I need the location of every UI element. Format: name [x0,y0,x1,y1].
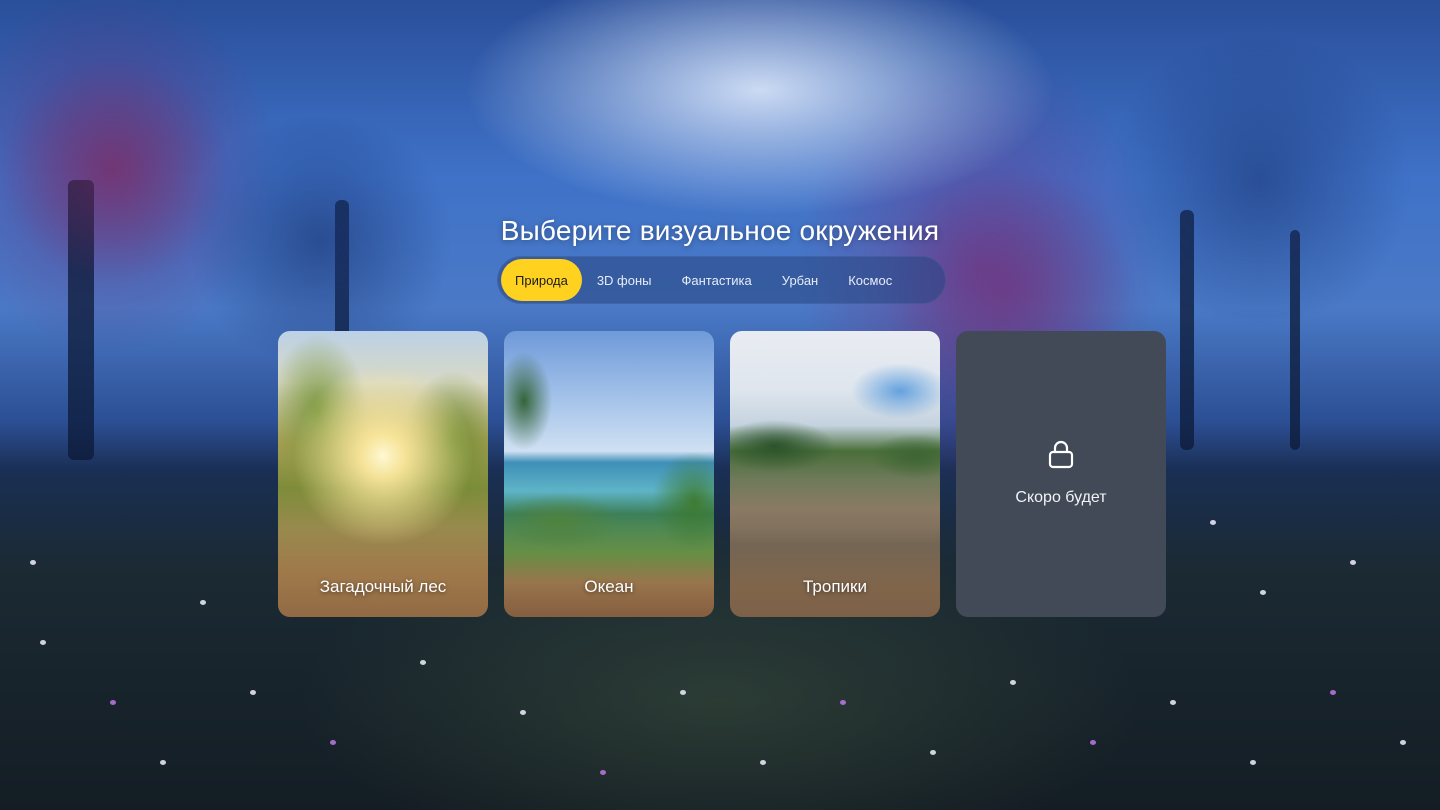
tab-space[interactable]: Космос [833,259,907,301]
environment-card-ocean[interactable]: Океан [504,331,714,617]
page-title: Выберите визуальное окружения [500,214,940,246]
lock-icon [1048,440,1074,469]
environment-card-coming-soon: Скоро будет [956,331,1166,617]
forest-background: Выберите визуальное окружения Природа 3D… [0,0,1440,810]
environment-card-tropics[interactable]: Тропики [730,331,940,617]
card-label: Тропики [803,577,867,596]
card-label: Загадочный лес [319,577,447,596]
tab-3d-backgrounds[interactable]: 3D фоны [582,259,667,301]
environment-cards: Загадочный лес Океан Тропики Скоро будет [278,331,1166,617]
card-label: Океан [584,577,634,596]
coming-soon-label: Скоро будет [1015,489,1107,506]
tab-urban[interactable]: Урбан [767,259,833,301]
environment-card-mystic-forest[interactable]: Загадочный лес [278,331,488,617]
category-tabs: Природа 3D фоны Фантастика Урбан Космос [497,256,946,304]
tab-nature[interactable]: Природа [501,259,582,301]
tab-fantasy[interactable]: Фантастика [667,259,767,301]
